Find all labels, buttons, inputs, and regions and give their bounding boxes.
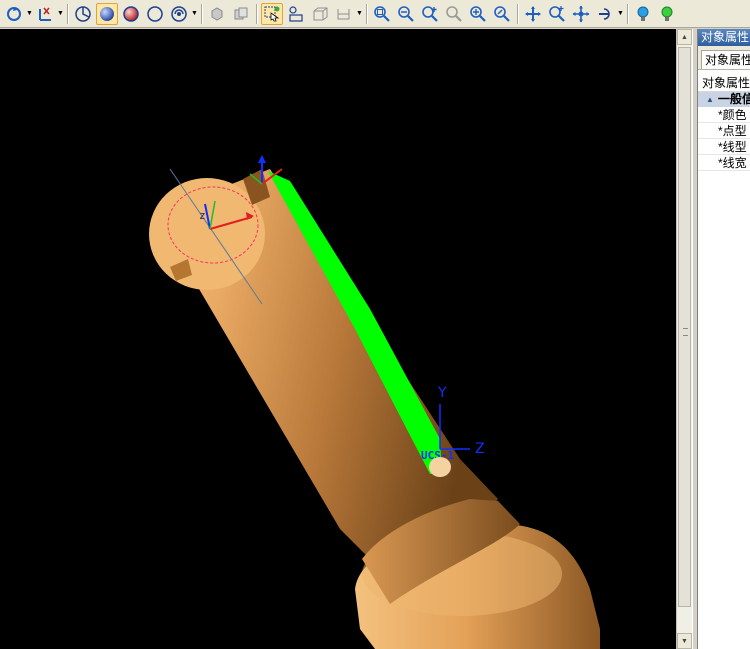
top-z-head — [258, 155, 266, 163]
view-box-button[interactable] — [309, 3, 331, 25]
render-mode-icon — [171, 5, 187, 22]
zoom-in-button[interactable] — [419, 3, 441, 25]
tab-object-properties[interactable]: 对象属性 — [701, 50, 750, 69]
rotate-axis-icon — [599, 7, 610, 20]
rotate-view-button[interactable] — [3, 3, 25, 25]
zoom-previous-icon — [446, 5, 462, 22]
toolbar-separator — [517, 3, 518, 24]
toolbar-separator — [256, 3, 257, 24]
ucs-origin-marker — [429, 457, 451, 477]
zoom-window-icon — [374, 5, 390, 22]
zoom-out-button[interactable] — [395, 3, 417, 25]
zoom-previous-button[interactable] — [443, 3, 465, 25]
shaded-button[interactable] — [96, 2, 118, 25]
select-filter-icon — [264, 6, 280, 21]
rotate-axis-button[interactable] — [594, 3, 616, 25]
property-row-line-width[interactable]: *线宽 — [698, 155, 750, 171]
panel-tab-bar: 对象属性 — [698, 46, 750, 70]
zoom-window-button[interactable] — [371, 3, 393, 25]
hidden-line-sphere-icon — [147, 5, 163, 22]
graphics-viewport[interactable]: z Y Z UCS-1 — [0, 29, 676, 649]
property-group-general[interactable]: ▲ 一般信 — [698, 92, 750, 107]
property-group-label: 一般信 — [717, 92, 750, 106]
lightbulb-green-icon — [661, 6, 673, 21]
refresh-icon — [211, 6, 223, 21]
show-button[interactable] — [632, 3, 654, 25]
collapse-icon[interactable]: ▲ — [706, 92, 714, 107]
toolbar-separator — [201, 3, 202, 24]
ucs-button[interactable] — [34, 3, 56, 25]
hidden-line-button[interactable] — [144, 3, 166, 25]
ucs-z-label: Z — [475, 441, 485, 457]
rotate-view-icon — [7, 6, 21, 21]
rotate-dropdown[interactable]: ▼ — [26, 3, 33, 25]
select-entity-icon — [289, 5, 303, 22]
view-box-icon — [313, 7, 328, 20]
rotate-axis-dropdown[interactable]: ▼ — [617, 3, 624, 25]
copy-view-button[interactable] — [230, 3, 252, 25]
shaded-edges-sphere-icon — [123, 5, 139, 22]
scroll-grip — [683, 328, 688, 336]
zoom-realtime-button[interactable] — [546, 3, 568, 25]
orbit-button[interactable] — [570, 3, 592, 25]
zoom-dynamic-button[interactable] — [491, 3, 513, 25]
view-box-2-button[interactable] — [333, 3, 355, 25]
select-entity-button[interactable] — [285, 3, 307, 25]
render-mode-button[interactable] — [168, 3, 190, 25]
property-row-point-type[interactable]: *点型 — [698, 123, 750, 139]
shaded-sphere-icon — [100, 6, 114, 21]
properties-header: 对象属性 — [698, 74, 750, 92]
viewport-vertical-scrollbar[interactable]: ▲ ▼ — [676, 29, 692, 649]
property-row-color[interactable]: *颜色 — [698, 107, 750, 123]
render-mode-dropdown[interactable]: ▼ — [191, 3, 198, 25]
zoom-realtime-icon — [549, 5, 565, 22]
copy-view-icon — [234, 7, 248, 19]
small-z-axis-label: z — [199, 209, 206, 222]
wireframe-shade-icon — [75, 5, 91, 22]
ucs-axis-icon — [39, 7, 51, 21]
ucs-dropdown[interactable]: ▼ — [57, 3, 64, 25]
wireframe-button[interactable] — [72, 3, 94, 25]
refresh-button[interactable] — [206, 3, 228, 25]
zoom-dynamic-icon — [494, 5, 510, 22]
ucs-y-label: Y — [437, 385, 447, 401]
toolbar-separator — [627, 3, 628, 24]
pan-button[interactable] — [522, 3, 544, 25]
toolbar-separator — [366, 3, 367, 24]
lightbulb-on-icon — [637, 6, 649, 21]
select-filter-button[interactable] — [261, 2, 283, 25]
orbit-icon — [572, 5, 590, 22]
panel-title: 对象属性 — [698, 29, 750, 46]
object-properties-panel: 对象属性 对象属性 对象属性 ▲ 一般信 *颜色 *点型 *线型 *线宽 — [698, 29, 750, 649]
view-box-icon — [337, 8, 350, 19]
scroll-down-button[interactable]: ▼ — [677, 633, 692, 649]
scroll-thumb[interactable] — [678, 47, 691, 607]
view-dropdown[interactable]: ▼ — [356, 3, 363, 25]
hide-button[interactable] — [656, 3, 678, 25]
zoom-out-icon — [398, 5, 414, 22]
zoom-all-button[interactable] — [467, 3, 489, 25]
zoom-all-icon — [470, 5, 486, 22]
property-row-line-type[interactable]: *线型 — [698, 139, 750, 155]
top-face — [149, 178, 265, 290]
pan-icon — [525, 5, 541, 22]
toolbar-separator — [67, 3, 68, 24]
main-toolbar: ▼ ▼ ▼ ▼ ▼ — [0, 0, 750, 28]
scroll-up-button[interactable]: ▲ — [677, 29, 692, 45]
zoom-in-icon — [422, 5, 438, 22]
model-canvas[interactable]: z Y Z UCS-1 — [0, 29, 676, 649]
shaded-edges-button[interactable] — [120, 3, 142, 25]
